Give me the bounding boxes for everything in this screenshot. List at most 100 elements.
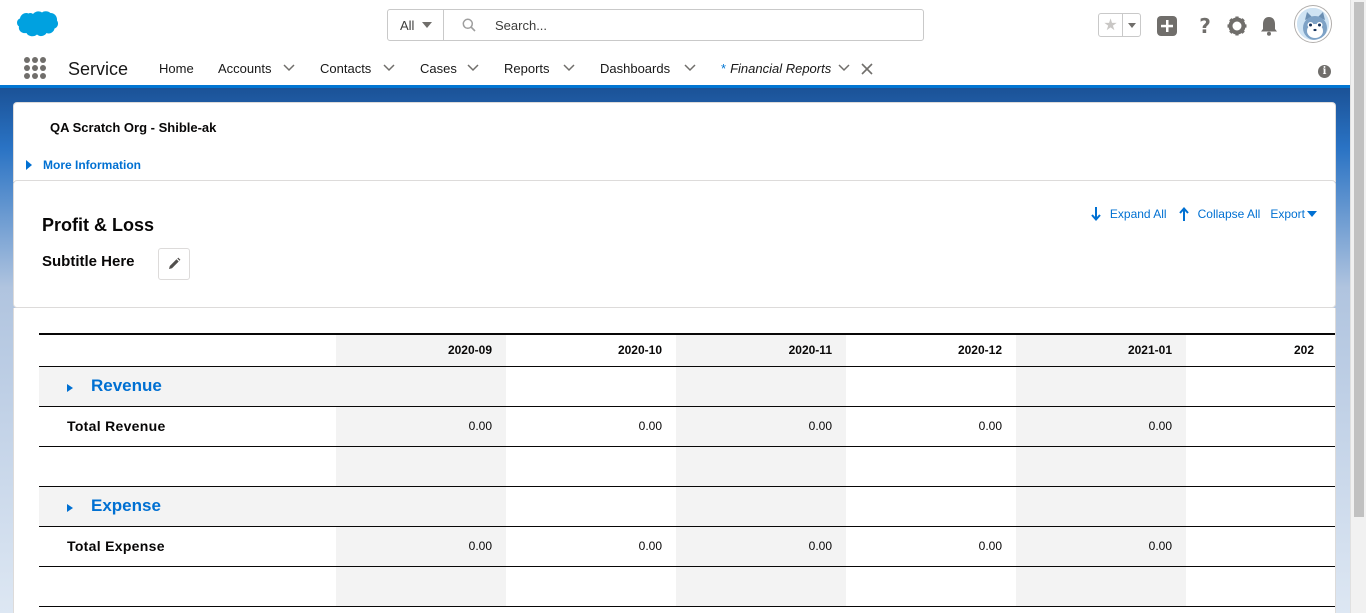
table-row-total-revenue: Total Revenue 0.00 0.00 0.00 0.00 0.00 [39, 406, 1335, 447]
table-cell [1016, 486, 1186, 527]
section-toggle-revenue[interactable]: Revenue [39, 366, 336, 407]
pencil-icon [169, 257, 181, 269]
more-information-label: More Information [43, 158, 141, 172]
nav-item-label: Home [159, 61, 194, 76]
nav-item-home[interactable]: Home [159, 61, 194, 76]
column-header: 2020-10 [506, 333, 676, 367]
chevron-down-icon [1127, 22, 1136, 28]
table-header-row: 2020-09 2020-10 2020-11 2020-12 2021-01 … [39, 333, 1335, 367]
expand-all-label: Expand All [1109, 207, 1167, 221]
chevron-down-icon [1307, 211, 1317, 217]
favorites-list-button[interactable] [1123, 14, 1140, 36]
table-cell [1186, 366, 1335, 407]
nav-item-cases[interactable]: Cases [420, 61, 457, 76]
svg-text:?: ? [1199, 15, 1211, 37]
table-cell [676, 486, 846, 527]
table-row-expense-section: Expense [39, 486, 1335, 527]
close-tab-icon[interactable] [861, 63, 873, 75]
search-field [444, 10, 923, 40]
expand-triangle-icon [67, 384, 73, 392]
section-label: Revenue [91, 376, 162, 395]
search-icon [462, 18, 476, 32]
global-header: All ★ ? [0, 0, 1350, 52]
nav-item-label: Dashboards [600, 61, 671, 76]
page-scrollbar[interactable] [1350, 0, 1366, 613]
chevron-down-icon[interactable] [838, 64, 850, 72]
table-cell: 0.00 [846, 406, 1016, 447]
table-cell [336, 446, 506, 487]
salesforce-logo[interactable] [16, 10, 59, 40]
collapse-all-button[interactable]: Collapse All [1178, 207, 1261, 221]
org-title: QA Scratch Org - Shible-ak [50, 120, 217, 135]
table-row-blank [39, 446, 1335, 487]
info-icon[interactable]: i [1318, 65, 1331, 78]
row-label: Total Expense [39, 526, 336, 567]
table-cell [506, 446, 676, 487]
row-label: Total Revenue [39, 406, 336, 447]
table-cell: 0.00 [1016, 406, 1186, 447]
chevron-down-icon[interactable] [383, 64, 395, 72]
chevron-down-icon[interactable] [283, 64, 295, 72]
nav-item-contacts[interactable]: Contacts [320, 61, 371, 76]
column-header-label [39, 333, 336, 367]
user-avatar[interactable] [1295, 6, 1331, 42]
column-header: 2021-01 [1016, 333, 1186, 367]
expand-all-button[interactable]: Expand All [1091, 207, 1167, 221]
tab-financial-reports[interactable]: * Financial Reports [721, 61, 831, 76]
edit-subtitle-button[interactable] [158, 248, 190, 280]
table-row-total-expense: Total Expense 0.00 0.00 0.00 0.00 0.00 [39, 526, 1335, 567]
chevron-down-icon [422, 22, 433, 28]
table-cell [1186, 446, 1335, 487]
chevron-down-icon[interactable] [684, 64, 696, 72]
help-icon[interactable]: ? [1194, 15, 1216, 37]
table-cell [846, 366, 1016, 407]
table-cell [1186, 566, 1335, 607]
section-label: Expense [91, 496, 161, 515]
favorites-group: ★ [1098, 13, 1141, 37]
nav-item-accounts[interactable]: Accounts [218, 61, 271, 76]
org-header-card: QA Scratch Org - Shible-ak More Informat… [13, 102, 1336, 182]
export-button[interactable]: Export [1270, 207, 1317, 221]
notifications-bell-icon[interactable] [1258, 15, 1280, 37]
nav-item-label: Financial Reports [730, 61, 832, 76]
nav-item-reports[interactable]: Reports [504, 61, 550, 76]
arrow-down-icon [1091, 207, 1101, 221]
section-toggle-expense[interactable]: Expense [39, 486, 336, 527]
arrow-up-icon [1178, 207, 1189, 221]
search-scope-dropdown[interactable]: All [388, 10, 444, 40]
total-label: Total Expense [67, 538, 165, 554]
table-cell: 0.00 [1016, 526, 1186, 567]
global-actions-plus-icon[interactable] [1156, 15, 1178, 37]
table-cell: 0.00 [336, 406, 506, 447]
table-cell [1186, 526, 1335, 567]
more-information-toggle[interactable]: More Information [26, 158, 141, 172]
navigation-bar: Service Home Accounts Contacts Cases Rep… [0, 52, 1350, 88]
app-launcher-icon[interactable] [24, 57, 46, 79]
unsaved-indicator: * [721, 61, 727, 76]
nav-item-label: Cases [420, 61, 457, 76]
table-cell [1016, 446, 1186, 487]
collapse-all-label: Collapse All [1197, 207, 1261, 221]
table-cell [39, 566, 336, 607]
setup-gear-icon[interactable] [1226, 15, 1248, 37]
report-table-area: 2020-09 2020-10 2020-11 2020-12 2021-01 … [13, 308, 1336, 613]
table-cell [846, 446, 1016, 487]
table-cell [506, 486, 676, 527]
table-cell: 0.00 [336, 526, 506, 567]
scrollbar-thumb[interactable] [1354, 2, 1364, 517]
table-row-revenue-section: Revenue [39, 366, 1335, 407]
nav-item-dashboards[interactable]: Dashboards [600, 61, 670, 76]
favorites-star-icon[interactable]: ★ [1099, 14, 1123, 36]
column-header: 2020-09 [336, 333, 506, 367]
global-search: All [387, 9, 924, 41]
chevron-down-icon[interactable] [467, 64, 479, 72]
search-scope-label: All [400, 17, 415, 33]
table-row-blank [39, 566, 1335, 607]
nav-item-label: Accounts [218, 61, 272, 76]
table-cell [846, 566, 1016, 607]
table-cell [336, 366, 506, 407]
search-input[interactable] [495, 17, 875, 33]
chevron-down-icon[interactable] [563, 64, 575, 72]
table-cell [676, 566, 846, 607]
table-cell [336, 566, 506, 607]
